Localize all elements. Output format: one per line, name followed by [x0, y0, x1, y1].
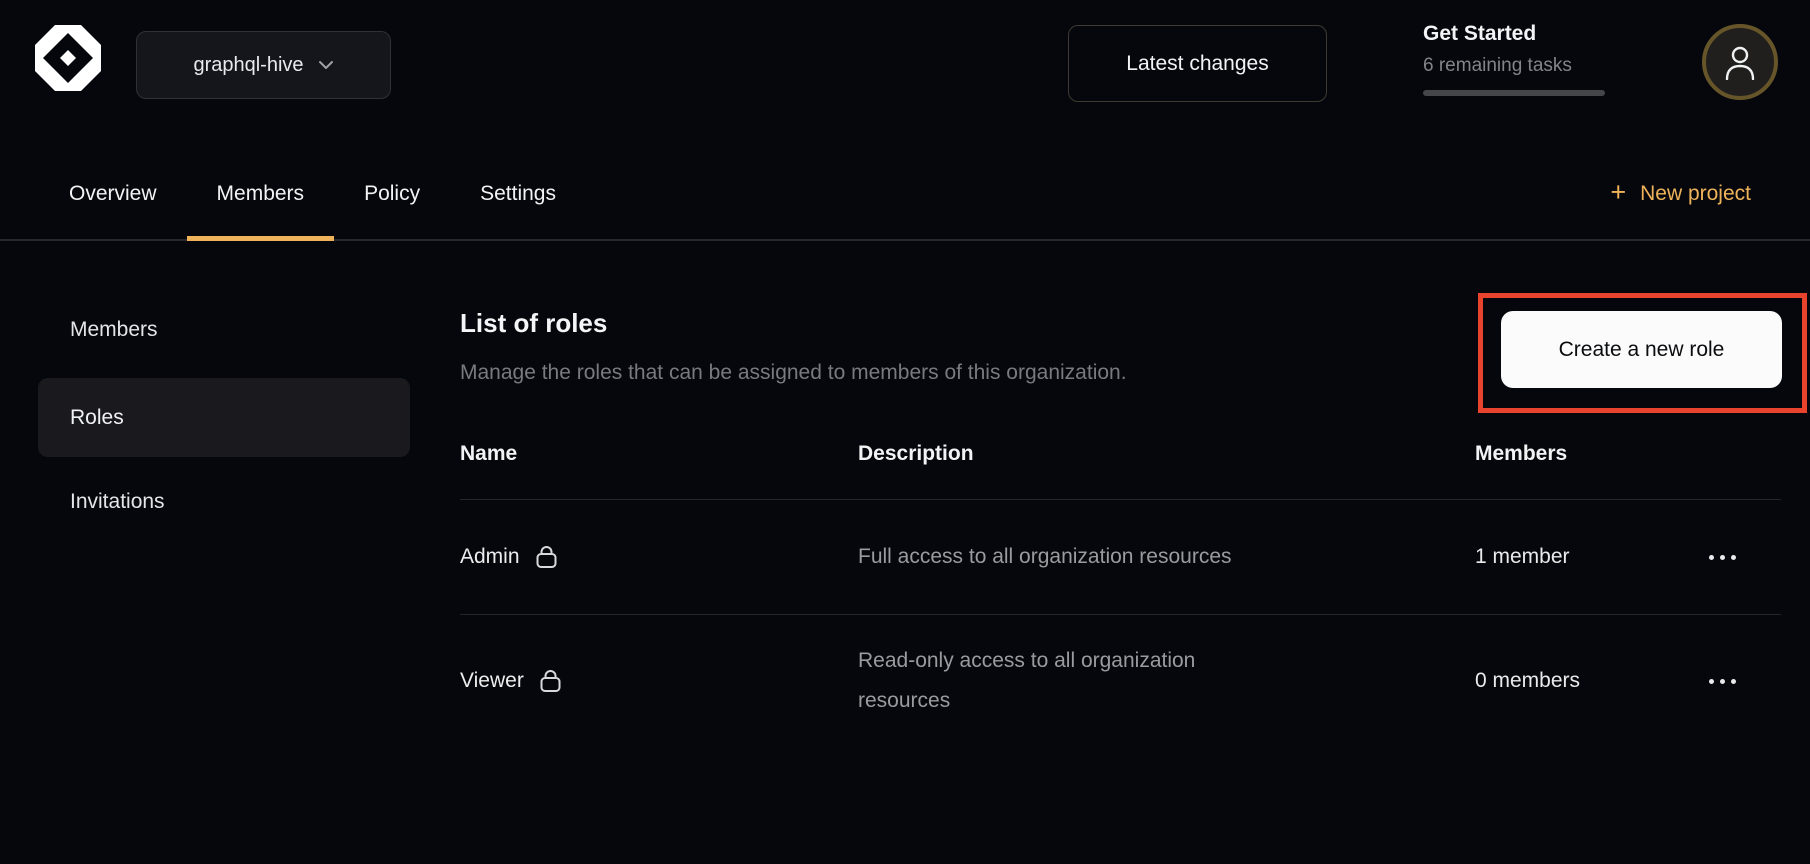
roles-table: Name Description Members Admin Full acce… [460, 442, 1781, 751]
new-project-button[interactable]: + New project [1610, 148, 1751, 239]
roles-panel: List of roles Manage the roles that can … [460, 241, 1781, 751]
latest-changes-button[interactable]: Latest changes [1068, 25, 1327, 102]
row-menu-button[interactable] [1705, 669, 1740, 694]
tab-settings[interactable]: Settings [450, 148, 586, 239]
row-menu-button[interactable] [1705, 545, 1740, 570]
chevron-down-icon [318, 60, 334, 70]
ellipsis-icon [1709, 679, 1714, 684]
new-project-label: New project [1640, 182, 1751, 206]
org-tabbar: Overview Members Policy Settings + New p… [0, 148, 1810, 241]
tab-overview[interactable]: Overview [39, 148, 187, 239]
create-new-role-button[interactable]: Create a new role [1501, 311, 1782, 388]
column-header-members: Members [1475, 442, 1705, 466]
get-started-title: Get Started [1423, 22, 1607, 46]
user-avatar[interactable] [1702, 24, 1778, 100]
org-selector-label: graphql-hive [193, 54, 303, 77]
annotation-highlight-box: Create a new role [1478, 293, 1807, 413]
lock-icon [534, 544, 559, 570]
column-header-name: Name [460, 442, 858, 466]
plus-icon: + [1610, 179, 1626, 206]
tab-members[interactable]: Members [187, 148, 335, 239]
role-name: Admin [460, 545, 520, 569]
user-icon [1723, 44, 1757, 80]
table-row-admin: Admin Full access to all organization re… [460, 499, 1781, 614]
get-started-widget[interactable]: Get Started 6 remaining tasks [1423, 22, 1607, 96]
sidebar-item-members[interactable]: Members [38, 292, 410, 368]
tab-policy[interactable]: Policy [334, 148, 450, 239]
role-description: Read-only access to all organization res… [858, 641, 1318, 721]
get-started-progressbar [1423, 90, 1605, 96]
app-window: graphql-hive Latest changes Get Started … [0, 0, 1810, 864]
role-member-count: 1 member [1475, 545, 1705, 569]
sidebar-item-invitations[interactable]: Invitations [38, 464, 410, 540]
table-row-viewer: Viewer Read-only access to all organizat… [460, 614, 1781, 751]
role-name: Viewer [460, 669, 524, 693]
get-started-subtitle: 6 remaining tasks [1423, 55, 1607, 77]
lock-icon [538, 668, 563, 694]
ellipsis-icon [1709, 555, 1714, 560]
role-member-count: 0 members [1475, 669, 1705, 693]
tabs: Overview Members Policy Settings [39, 148, 586, 239]
column-header-description: Description [858, 442, 1475, 466]
org-selector[interactable]: graphql-hive [136, 31, 391, 99]
hive-logo-icon[interactable] [35, 25, 101, 91]
table-header-row: Name Description Members [460, 442, 1781, 499]
sidebar-item-roles[interactable]: Roles [38, 378, 410, 457]
role-description: Full access to all organization resource… [858, 537, 1318, 577]
